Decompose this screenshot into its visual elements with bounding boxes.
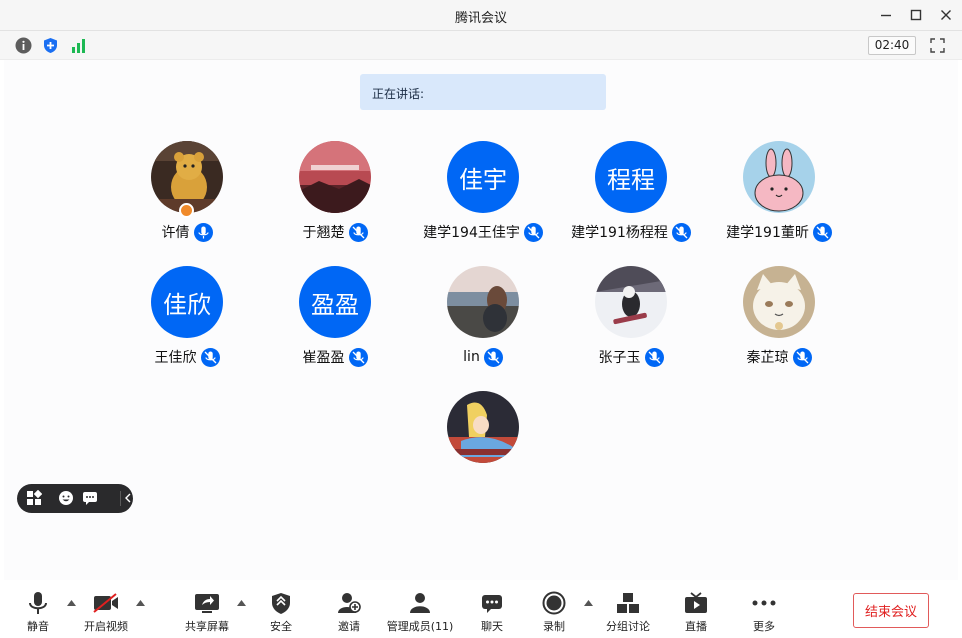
minimize-icon[interactable] <box>877 6 895 24</box>
security-shield-icon <box>272 592 290 614</box>
participant-name: 崔盈盈 <box>302 350 345 366</box>
end-meeting-button[interactable]: 结束会议 <box>853 593 929 628</box>
participant-tile[interactable]: 许倩 <box>113 141 261 251</box>
maximize-icon[interactable] <box>907 6 925 24</box>
mute-button[interactable]: 静音 <box>6 588 70 634</box>
participant-name: 建学191董昕 <box>726 225 809 241</box>
participant-name: 王佳欣 <box>154 350 197 366</box>
microphone-icon <box>29 592 47 614</box>
participant-name: 张子玉 <box>598 350 641 366</box>
participant-avatar <box>299 141 371 213</box>
window-title: 腾讯会议 <box>454 11 507 26</box>
record-icon <box>542 591 566 615</box>
share-options-caret-icon[interactable] <box>236 598 246 608</box>
participant-name: 许倩 <box>161 225 190 241</box>
bottom-toolbar: 静音 开启视频 共享屏幕 安全 邀请 管理成员(11) 聊天 录制 分组讨论 直… <box>0 580 962 638</box>
participant-tile[interactable]: lin <box>409 266 557 376</box>
record-label: 录制 <box>543 620 565 633</box>
participant-avatar: 佳宇 <box>447 141 519 213</box>
invite-button[interactable]: 邀请 <box>317 588 381 634</box>
more-dots-icon <box>752 600 776 606</box>
microphone-icon <box>812 222 832 242</box>
camera-off-icon <box>93 593 118 613</box>
invite-user-icon <box>338 593 361 613</box>
speaking-indicator: 正在讲话: <box>360 74 606 110</box>
record-button[interactable]: 录制 <box>522 588 586 634</box>
participant-tile[interactable]: 程程 建学191杨程程 <box>557 141 705 251</box>
more-label: 更多 <box>753 620 775 633</box>
collapse-chevron-icon[interactable] <box>123 489 133 507</box>
host-badge-icon <box>179 203 194 218</box>
participant-avatar: 盈盈 <box>299 266 371 338</box>
microphone-icon <box>671 222 691 242</box>
layout-grid-icon[interactable] <box>25 489 43 507</box>
record-options-caret-icon[interactable] <box>583 598 593 608</box>
participant-avatar <box>447 266 519 338</box>
participant-avatar: 程程 <box>595 141 667 213</box>
microphone-icon <box>483 347 503 367</box>
share-screen-button[interactable]: 共享屏幕 <box>175 588 239 634</box>
floating-control-bar <box>17 484 133 513</box>
info-icon[interactable] <box>14 36 32 54</box>
security-button[interactable]: 安全 <box>249 588 313 634</box>
participant-tile[interactable]: 于翘楚 <box>261 141 409 251</box>
video-options-caret-icon[interactable] <box>135 598 145 608</box>
chat-bubble-icon <box>482 595 502 613</box>
toolbar-divider <box>120 491 121 506</box>
shield-icon[interactable] <box>41 36 59 54</box>
share-screen-label: 共享屏幕 <box>185 620 229 633</box>
breakout-rooms-icon <box>617 593 639 613</box>
start-video-button[interactable]: 开启视频 <box>74 588 138 634</box>
participant-avatar <box>595 266 667 338</box>
participant-name: lin <box>463 349 480 365</box>
participant-tile[interactable]: 张子玉 <box>557 266 705 376</box>
participant-tile[interactable]: 佳欣 王佳欣 <box>113 266 261 376</box>
microphone-icon <box>523 222 543 242</box>
microphone-icon <box>792 347 812 367</box>
share-screen-icon <box>195 594 219 613</box>
members-icon <box>410 593 430 613</box>
participant-name: 于翘楚 <box>302 225 345 241</box>
info-bar: 02:40 <box>0 31 962 60</box>
participant-tile[interactable]: 佳宇 建学194王佳宇 <box>409 141 557 251</box>
participant-avatar: 佳欣 <box>151 266 223 338</box>
microphone-icon <box>348 222 368 242</box>
start-video-label: 开启视频 <box>84 620 128 633</box>
speaking-label: 正在讲话: <box>372 87 425 101</box>
participant-name: 秦芷琼 <box>746 350 789 366</box>
participant-avatar <box>447 391 519 463</box>
live-tv-icon <box>685 592 707 613</box>
participant-tile[interactable]: 秦芷琼 <box>705 266 853 376</box>
danmaku-comment-icon[interactable] <box>81 489 99 507</box>
participant-avatar <box>743 141 815 213</box>
meeting-timer: 02:40 <box>868 36 916 55</box>
microphone-icon <box>193 222 213 242</box>
participant-name: 建学194王佳宇 <box>423 225 520 241</box>
signal-icon[interactable] <box>69 36 87 54</box>
title-bar: 腾讯会议 <box>0 0 962 31</box>
microphone-icon <box>200 347 220 367</box>
participant-tile[interactable]: 建学191董昕 <box>705 141 853 251</box>
more-button[interactable]: 更多 <box>732 588 796 634</box>
participant-avatar <box>743 266 815 338</box>
participant-name: 建学191杨程程 <box>571 225 668 241</box>
breakout-rooms-button[interactable]: 分组讨论 <box>596 588 660 634</box>
close-icon[interactable] <box>937 6 955 24</box>
microphone-icon <box>348 347 368 367</box>
participant-tile[interactable]: 盈盈 崔盈盈 <box>261 266 409 376</box>
fullscreen-icon[interactable] <box>928 36 946 54</box>
participant-tile[interactable] <box>409 391 557 501</box>
manage-members-button[interactable]: 管理成员(11) <box>387 588 453 634</box>
emoji-reaction-icon[interactable] <box>57 489 75 507</box>
live-stream-button[interactable]: 直播 <box>664 588 728 634</box>
microphone-icon <box>644 347 664 367</box>
